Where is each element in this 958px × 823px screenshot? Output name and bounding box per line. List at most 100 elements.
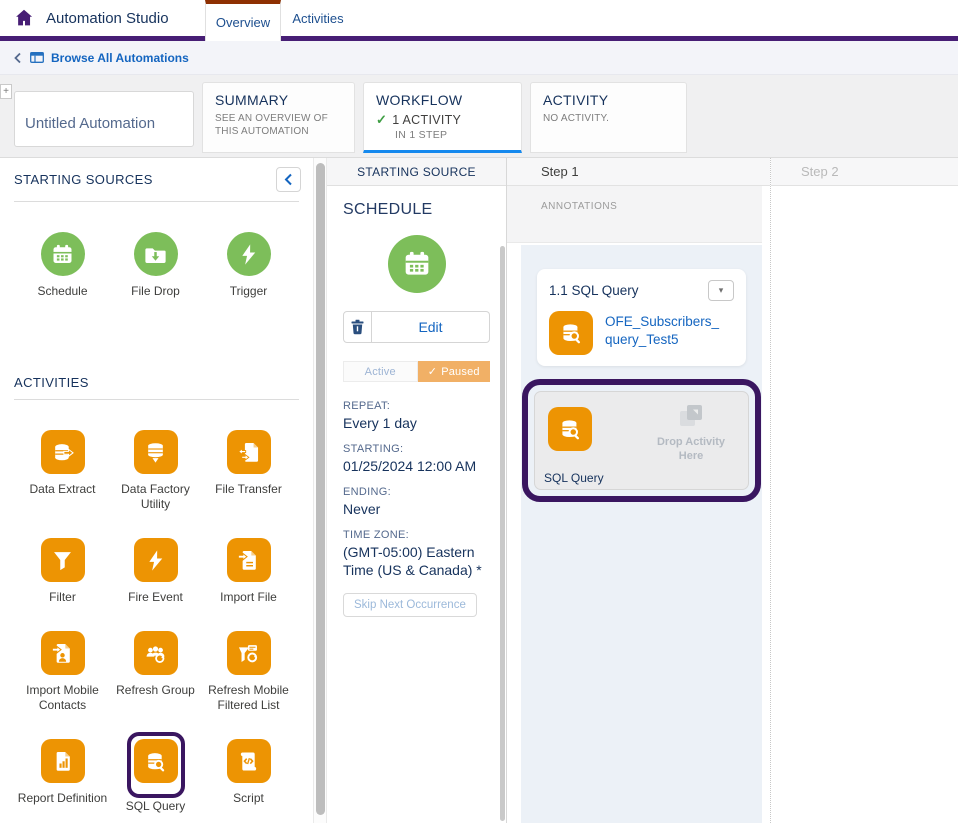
source-label: Trigger	[230, 284, 268, 299]
schedule-detail-ending: ENDING: Never	[343, 486, 490, 518]
table-icon	[30, 52, 44, 63]
activity-refresh-group[interactable]: Refresh Group	[109, 631, 202, 713]
activity-card-menu-button[interactable]: ▾	[708, 280, 734, 301]
workflow-title: WORKFLOW	[376, 92, 509, 108]
annotations-band: ANNOTATIONS	[507, 186, 762, 243]
source-label: Schedule	[37, 284, 87, 299]
detail-label: REPEAT:	[343, 400, 490, 412]
activities-grid: Data Extract Data Factory Utility File Tra…	[0, 400, 313, 823]
detail-value: Never	[343, 500, 490, 518]
source-schedule[interactable]: Schedule	[16, 232, 109, 299]
schedule-detail-time-zone: TIME ZONE: (GMT-05:00) Eastern Time (US &…	[343, 529, 490, 579]
summary-title: SUMMARY	[215, 92, 342, 108]
toggle-active[interactable]: Active	[343, 361, 418, 382]
tab-card-workflow[interactable]: WORKFLOW ✓ 1 ACTIVITY IN 1 STEP	[363, 82, 522, 153]
edit-schedule-button[interactable]: Edit	[372, 311, 490, 343]
detail-label: ENDING:	[343, 486, 490, 498]
paused-label: Paused	[441, 366, 480, 378]
source-file-drop[interactable]: File Drop	[109, 232, 202, 299]
file-import-icon	[227, 538, 271, 582]
delete-schedule-button[interactable]	[343, 311, 372, 343]
schedule-heading: SCHEDULE	[343, 201, 490, 219]
drop-activity-zone[interactable]: SQL Query Drop Activity Here	[534, 391, 749, 490]
browse-all-automations-link[interactable]: Browse All Automations	[51, 51, 189, 65]
funnel-refresh-icon	[227, 631, 271, 675]
folder-drop-icon	[134, 232, 178, 276]
activity-label: Fire Event	[128, 590, 183, 605]
drop-activity-hint: Drop Activity Here	[649, 435, 733, 463]
file-person-icon	[41, 631, 85, 675]
step-2-column: Step 2	[771, 158, 958, 823]
source-trigger[interactable]: Trigger	[202, 232, 295, 299]
trash-icon	[350, 319, 365, 335]
paste-icon	[678, 403, 705, 430]
detail-value: 01/25/2024 12:00 AM	[343, 457, 490, 475]
sql-query-icon	[549, 311, 593, 355]
panel-scrollbar-thumb[interactable]	[500, 246, 505, 821]
bolt-icon	[227, 232, 271, 276]
detail-label: STARTING:	[343, 443, 490, 455]
schedule-details: REPEAT: Every 1 day STARTING: 01/25/2024 12…	[343, 400, 490, 579]
schedule-detail-repeat: REPEAT: Every 1 day	[343, 400, 490, 432]
activity-data-extract[interactable]: Data Extract	[16, 430, 109, 512]
activity-data-factory-utility[interactable]: Data Factory Utility	[109, 430, 202, 512]
activity-sql-query[interactable]: SQL Query	[109, 739, 202, 814]
sidebar-scrollbar-thumb[interactable]	[316, 163, 325, 815]
workflow-steps-area: Step 1 ANNOTATIONS 1.1 SQL Query ▾ OFE_S…	[507, 158, 958, 823]
workflow-activity-count: 1 ACTIVITY	[392, 113, 461, 127]
tab-activities[interactable]: Activities	[281, 0, 355, 36]
automation-name-input[interactable]	[14, 91, 194, 147]
activity-script[interactable]: Script	[202, 739, 295, 814]
calendar-icon	[41, 232, 85, 276]
dragged-sql-query-icon	[548, 407, 592, 451]
home-icon[interactable]	[13, 7, 35, 29]
step-1-canvas: 1.1 SQL Query ▾ OFE_Subscribers_query_Te…	[521, 245, 762, 823]
db-stack-icon	[134, 430, 178, 474]
activity-name-link[interactable]: OFE_Subscribers_query_Test5	[605, 313, 721, 349]
sql-query-activity-card[interactable]: 1.1 SQL Query ▾ OFE_Subscribers_query_Te…	[537, 269, 746, 366]
activity-label: Filter	[49, 590, 76, 605]
scroll-code-icon	[227, 739, 271, 783]
file-swap-icon	[227, 430, 271, 474]
activity-file-transfer[interactable]: File Transfer	[202, 430, 295, 512]
activity-import-mobile-contacts[interactable]: Import Mobile Contacts	[16, 631, 109, 713]
sidebar-scrollbar	[313, 158, 327, 823]
skip-next-occurrence-button[interactable]: Skip Next Occurrence	[343, 593, 477, 617]
starting-sources-heading: STARTING SOURCES	[14, 172, 153, 187]
step-2-header: Step 2	[771, 158, 958, 186]
breadcrumb: Browse All Automations	[0, 41, 958, 75]
schedule-calendar-icon	[388, 235, 446, 293]
activity-filter[interactable]: Filter	[16, 538, 109, 605]
activity-fire-event[interactable]: Fire Event	[109, 538, 202, 605]
activity-label: File Transfer	[215, 482, 282, 497]
brand-bar	[0, 36, 958, 41]
db-arrow-icon	[41, 430, 85, 474]
back-chevron-icon[interactable]	[13, 52, 23, 64]
tab-card-summary[interactable]: SUMMARY SEE AN OVERVIEW OF THIS AUTOMATI…	[202, 82, 355, 153]
app-title: Automation Studio	[46, 10, 169, 27]
source-label: File Drop	[131, 284, 180, 299]
activity-label: Report Definition	[18, 791, 107, 806]
toggle-paused[interactable]: ✓ Paused	[418, 361, 491, 382]
file-chart-icon	[41, 739, 85, 783]
activity-refresh-mobile-filtered-list[interactable]: Refresh Mobile Filtered List	[202, 631, 295, 713]
add-button[interactable]: +	[0, 84, 12, 99]
activity-title: ACTIVITY	[543, 92, 674, 108]
detail-value: (GMT-05:00) Eastern Time (US & Canada) *	[343, 543, 490, 579]
tab-overview[interactable]: Overview	[205, 0, 281, 41]
active-paused-toggle: Active ✓ Paused	[343, 361, 490, 382]
activity-label: SQL Query	[126, 799, 186, 814]
activity-subtitle: NO ACTIVITY.	[543, 112, 671, 125]
activity-label: Data Extract	[29, 482, 95, 497]
summary-subtitle: SEE AN OVERVIEW OF THIS AUTOMATION	[215, 112, 343, 138]
detail-value: Every 1 day	[343, 414, 490, 432]
activity-report-definition[interactable]: Report Definition	[16, 739, 109, 814]
tab-card-activity[interactable]: ACTIVITY NO ACTIVITY.	[530, 82, 687, 153]
schedule-detail-starting: STARTING: 01/25/2024 12:00 AM	[343, 443, 490, 475]
activity-import-file[interactable]: Import File	[202, 538, 295, 605]
detail-label: TIME ZONE:	[343, 529, 490, 541]
group-refresh-icon	[134, 631, 178, 675]
collapse-sidebar-button[interactable]	[276, 167, 301, 192]
starting-source-panel: STARTING SOURCE SCHEDULE Edit Active ✓ P…	[327, 158, 507, 823]
starting-sources-grid: Schedule File Drop Trigger	[0, 202, 313, 325]
